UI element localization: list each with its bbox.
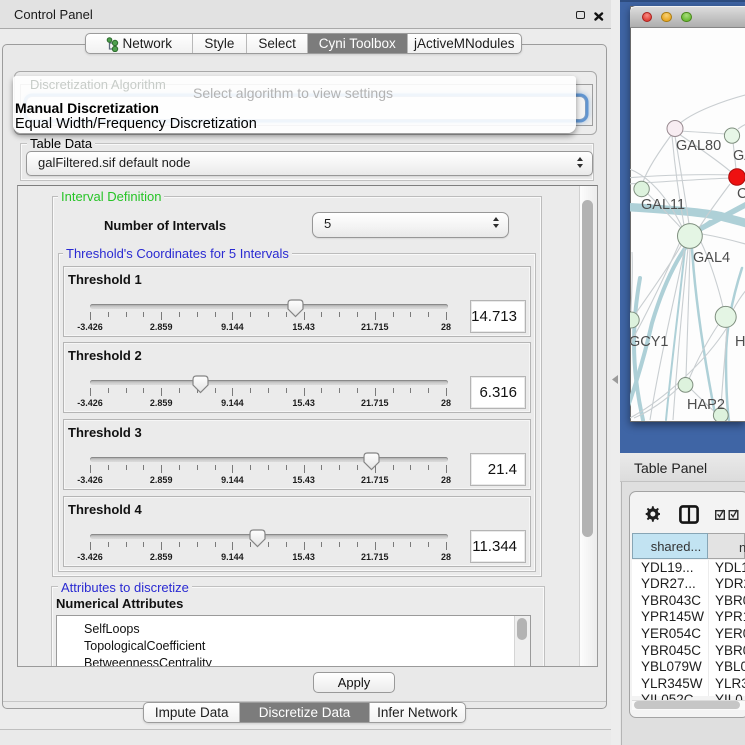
svg-text:HAP2: HAP2 xyxy=(687,397,725,413)
svg-text:H: H xyxy=(735,334,745,350)
svg-text:GAL80: GAL80 xyxy=(676,138,721,154)
svg-text:GAL11: GAL11 xyxy=(641,197,685,213)
svg-text:GAL4: GAL4 xyxy=(693,250,730,266)
svg-text:C: C xyxy=(737,186,745,202)
svg-text:GA: GA xyxy=(733,148,745,164)
svg-text:GCY1: GCY1 xyxy=(630,334,669,350)
